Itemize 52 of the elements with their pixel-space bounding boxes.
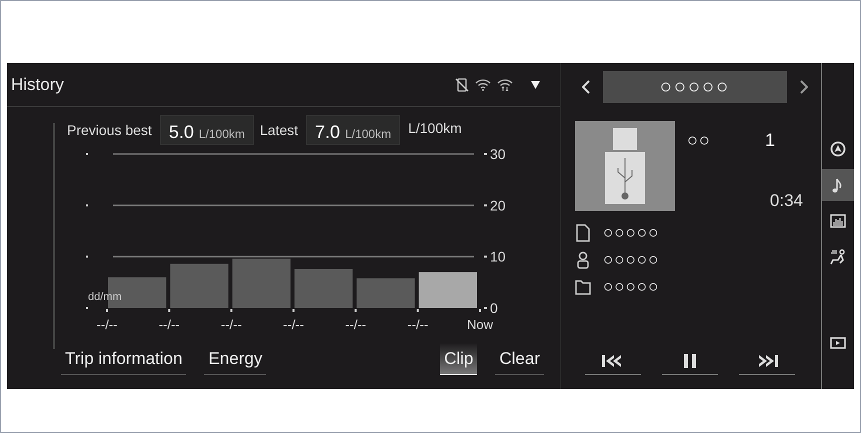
x-axis-label: Now	[467, 317, 493, 332]
screen-title: History	[11, 74, 64, 96]
footer-button[interactable]: Energy	[204, 343, 266, 375]
info-text: ○○○○○	[603, 276, 660, 298]
footer-button[interactable]: Clear	[495, 343, 544, 375]
chevron-left-icon	[582, 80, 590, 94]
y-axis-label: 0	[490, 300, 498, 316]
stat-unit: L/100km	[198, 126, 245, 143]
x-axis-label: --/--	[96, 317, 118, 332]
axis-label: dd/mm	[88, 291, 122, 303]
chart-bar	[356, 278, 415, 308]
axis-unit-label: L/100km	[408, 119, 462, 138]
stat-label: Latest	[260, 120, 298, 140]
y-axis-label: 30	[490, 146, 506, 162]
x-axis-label: --/--	[407, 317, 428, 332]
chevron-right-icon	[800, 80, 808, 94]
person-icon	[575, 250, 591, 268]
x-axis-label: --/--	[283, 317, 304, 332]
footer-button[interactable]: Clip	[440, 343, 478, 375]
pause-icon	[684, 354, 696, 368]
phone-disconnected-icon	[455, 78, 469, 92]
source-title: ○○○○○	[602, 71, 788, 103]
screen-play-icon	[830, 335, 846, 351]
usb-drive-icon	[605, 128, 645, 204]
chart-bar	[232, 258, 290, 308]
footer-button[interactable]: Trip information	[61, 343, 186, 375]
track-number: 1	[764, 129, 775, 152]
wifi-hotspot-icon	[497, 78, 513, 91]
y-axis-label: 20	[490, 197, 506, 214]
chart-bar	[170, 264, 228, 308]
y-axis-label: 10	[490, 248, 506, 265]
chart-bar	[294, 268, 353, 308]
stat-unit: L/100km	[345, 126, 392, 143]
elapsed-time: 0:34	[770, 190, 803, 212]
bar-chart-icon	[830, 213, 846, 229]
wifi-icon	[475, 78, 491, 91]
x-axis-label: --/--	[345, 317, 366, 332]
album-label: ○○	[687, 129, 711, 152]
info-text: ○○○○○	[603, 222, 660, 244]
navigation-icon	[830, 141, 846, 157]
seat-airflow-icon	[830, 249, 846, 265]
x-axis-label: --/--	[158, 317, 180, 332]
dropdown-icon[interactable]	[531, 80, 540, 88]
file-icon	[575, 224, 591, 242]
stat-label: Previous best	[67, 120, 152, 140]
folder-icon	[575, 278, 591, 296]
side-menu-button[interactable]	[822, 169, 854, 201]
stat-value: 5.0	[168, 121, 194, 144]
info-text: ○○○○○	[603, 248, 660, 271]
chart-bar	[418, 272, 477, 308]
x-axis-label: --/--	[220, 317, 242, 332]
stat-value: 7.0	[315, 121, 340, 144]
